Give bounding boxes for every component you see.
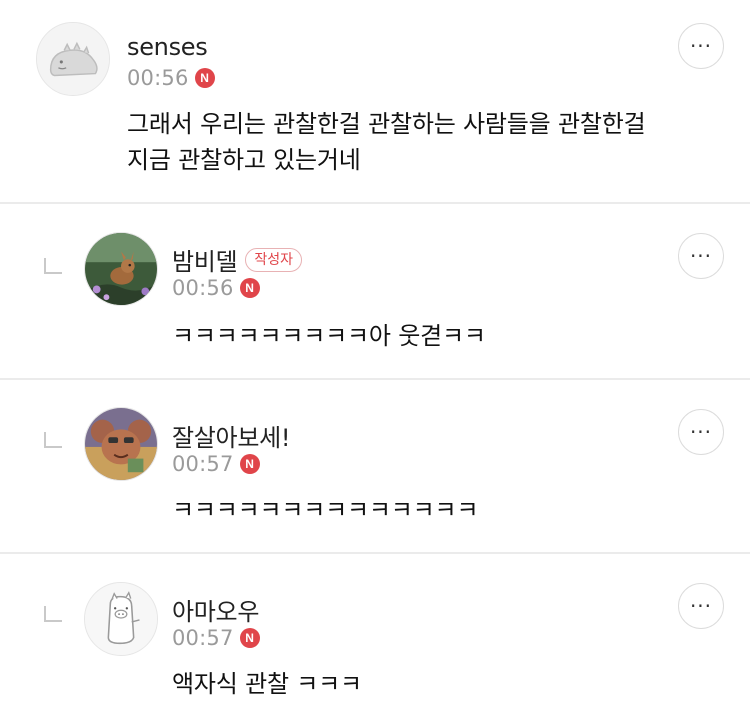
- comment-text: ㅋㅋㅋㅋㅋㅋㅋㅋㅋㅋㅋㅋㅋㅋ: [172, 492, 479, 528]
- avatar[interactable]: [84, 582, 158, 656]
- timestamp-row: 00:57 N: [172, 626, 260, 650]
- author-name[interactable]: 잘살아보세!: [172, 418, 291, 453]
- timestamp: 00:56: [172, 276, 234, 300]
- more-options-button[interactable]: ···: [678, 23, 724, 69]
- more-icon: ···: [689, 594, 713, 618]
- comment-text: 액자식 관찰 ㅋㅋㅋ: [172, 666, 362, 702]
- more-options-button[interactable]: ···: [678, 583, 724, 629]
- new-badge: N: [239, 628, 260, 648]
- reply-item: 밤비델 작성자 00:56 N ㅋㅋㅋㅋㅋㅋㅋㅋㅋ아 웃겯ㅋㅋ ···: [0, 204, 750, 378]
- new-badge: N: [239, 454, 260, 474]
- new-badge: N: [194, 68, 215, 88]
- reply-arrow-icon: [44, 432, 62, 448]
- comment-text-line: 액자식 관찰 ㅋㅋㅋ: [172, 670, 362, 698]
- comment-text: 그래서 우리는 관찰한걸 관찰하는 사람들을 관찰한걸 지금 관찰하고 있는거네: [127, 106, 646, 178]
- reply-item: 아마오우 00:57 N 액자식 관찰 ㅋㅋㅋ ···: [0, 554, 750, 722]
- more-icon: ···: [689, 420, 713, 444]
- timestamp: 00:57: [172, 452, 234, 476]
- timestamp: 00:56: [127, 66, 189, 90]
- comment-item: senses 00:56 N 그래서 우리는 관찰한걸 관찰하는 사람들을 관찰…: [0, 0, 750, 202]
- timestamp-row: 00:56 N: [127, 66, 215, 90]
- jerry-mouse-icon: [85, 408, 157, 480]
- bambi-icon: [85, 233, 157, 305]
- comment-text-line: ㅋㅋㅋㅋㅋㅋㅋㅋㅋㅋㅋㅋㅋㅋ: [172, 496, 479, 524]
- author-name[interactable]: senses: [127, 33, 208, 61]
- reply-item: 잘살아보세! 00:57 N ㅋㅋㅋㅋㅋㅋㅋㅋㅋㅋㅋㅋㅋㅋ ···: [0, 380, 750, 552]
- author-row: 밤비델 작성자: [172, 242, 302, 277]
- more-icon: ···: [689, 244, 713, 268]
- author-name[interactable]: 아마오우: [172, 592, 259, 627]
- comment-text: ㅋㅋㅋㅋㅋㅋㅋㅋㅋ아 웃겯ㅋㅋ: [172, 318, 486, 354]
- reply-arrow-icon: [44, 606, 62, 622]
- new-badge: N: [239, 278, 260, 298]
- more-options-button[interactable]: ···: [678, 409, 724, 455]
- timestamp-row: 00:56 N: [172, 276, 260, 300]
- reply-arrow-icon: [44, 258, 62, 274]
- timestamp: 00:57: [172, 626, 234, 650]
- timestamp-row: 00:57 N: [172, 452, 260, 476]
- more-icon: ···: [689, 34, 713, 58]
- comment-text-line: 그래서 우리는 관찰한걸 관찰하는 사람들을 관찰한걸: [127, 110, 646, 138]
- comment-text-line: ㅋㅋㅋㅋㅋㅋㅋㅋㅋ아 웃겯ㅋㅋ: [172, 322, 486, 350]
- more-options-button[interactable]: ···: [678, 233, 724, 279]
- author-name[interactable]: 밤비델: [172, 242, 238, 277]
- comment-text-line: 지금 관찰하고 있는거네: [127, 146, 361, 174]
- dinosaur-icon: [37, 23, 109, 95]
- avatar[interactable]: [84, 407, 158, 481]
- pig-character-icon: [85, 583, 157, 655]
- avatar[interactable]: [84, 232, 158, 306]
- author-badge: 작성자: [245, 247, 302, 272]
- avatar[interactable]: [36, 22, 110, 96]
